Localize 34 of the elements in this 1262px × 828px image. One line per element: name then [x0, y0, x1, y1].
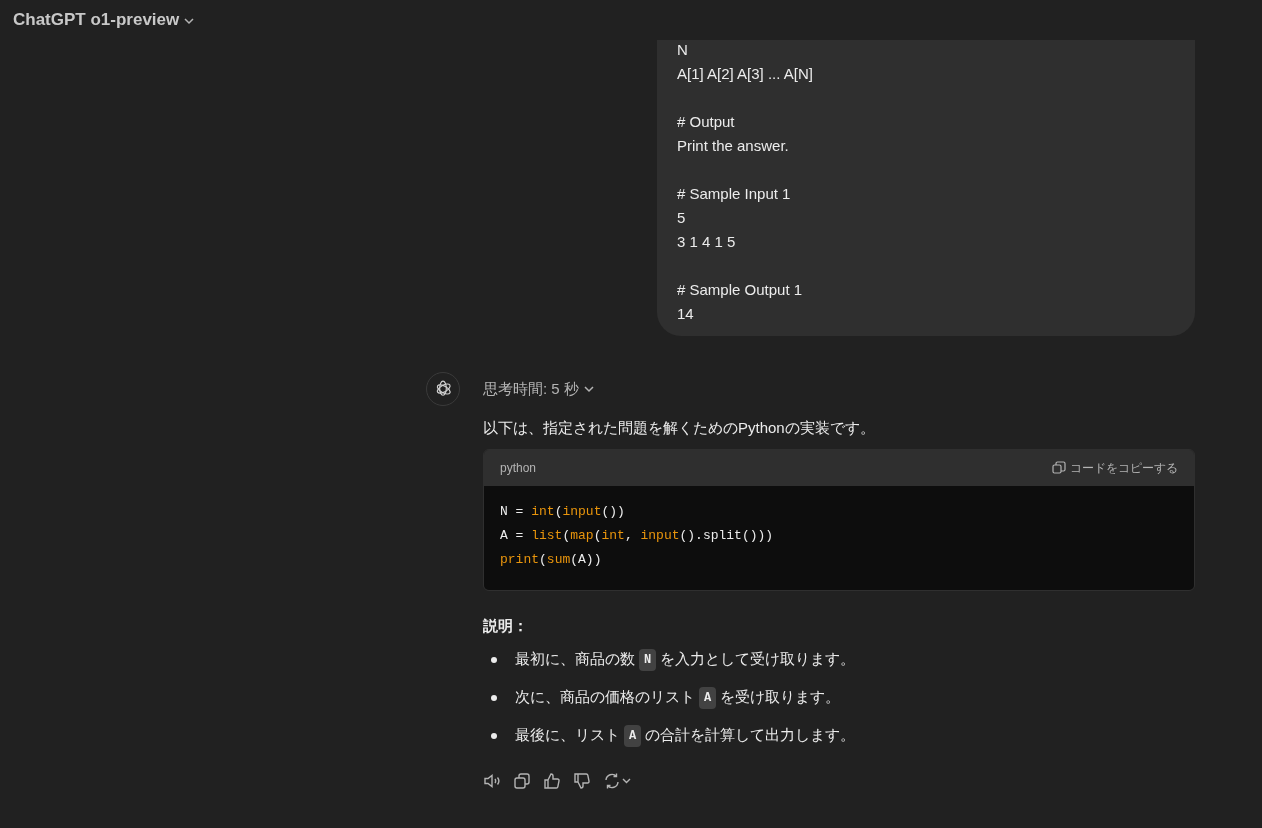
- message-line: 5: [677, 208, 686, 228]
- speaker-icon[interactable]: [483, 771, 501, 790]
- bullet-text: を入力として受け取ります。: [660, 649, 856, 670]
- thumbs-up-icon[interactable]: [543, 771, 561, 790]
- message-line: Print the answer.: [677, 136, 789, 156]
- bullet-text: 最後に、リスト: [515, 725, 620, 746]
- bullet-text: の合計を計算して出力します。: [645, 725, 856, 746]
- thumbs-down-icon[interactable]: [573, 771, 591, 790]
- inline-code: A: [624, 724, 642, 747]
- code-line: A = list(map(int, input().split())): [500, 527, 774, 545]
- section-heading: 説明：: [483, 616, 529, 636]
- code-line: N = int(input()): [500, 503, 625, 521]
- model-title[interactable]: ChatGPT o1-preview: [13, 7, 180, 33]
- message-line: # Output: [677, 112, 735, 132]
- message-line: 3 1 4 1 5: [677, 232, 736, 252]
- copy-icon: [1052, 461, 1066, 475]
- inline-code: A: [699, 686, 717, 709]
- intro-text: 以下は、指定された問題を解くためのPythonの実装です。: [483, 417, 876, 438]
- bullet-text: 次に、商品の価格のリスト: [515, 687, 695, 708]
- message-line: 14: [677, 304, 694, 324]
- message-line: # Sample Input 1: [677, 184, 791, 204]
- message-line: # Sample Output 1: [677, 280, 803, 300]
- chevron-down-icon[interactable]: [183, 15, 196, 27]
- message-line: A[1] A[2] A[3] ... A[N]: [677, 64, 813, 84]
- code-line: print(sum(A)): [500, 551, 602, 569]
- code-language-label: python: [500, 460, 537, 477]
- regenerate-icon[interactable]: [603, 771, 633, 790]
- copy-code-button[interactable]: コードをコピーする: [1052, 459, 1178, 477]
- message-line: N: [677, 40, 688, 60]
- thinking-toggle[interactable]: 思考時間: 5 秒: [483, 378, 595, 401]
- bullet-text: を受け取ります。: [720, 687, 841, 708]
- inline-code: N: [639, 648, 657, 671]
- copy-icon[interactable]: [513, 771, 531, 790]
- bullet-text: 最初に、商品の数: [515, 649, 635, 670]
